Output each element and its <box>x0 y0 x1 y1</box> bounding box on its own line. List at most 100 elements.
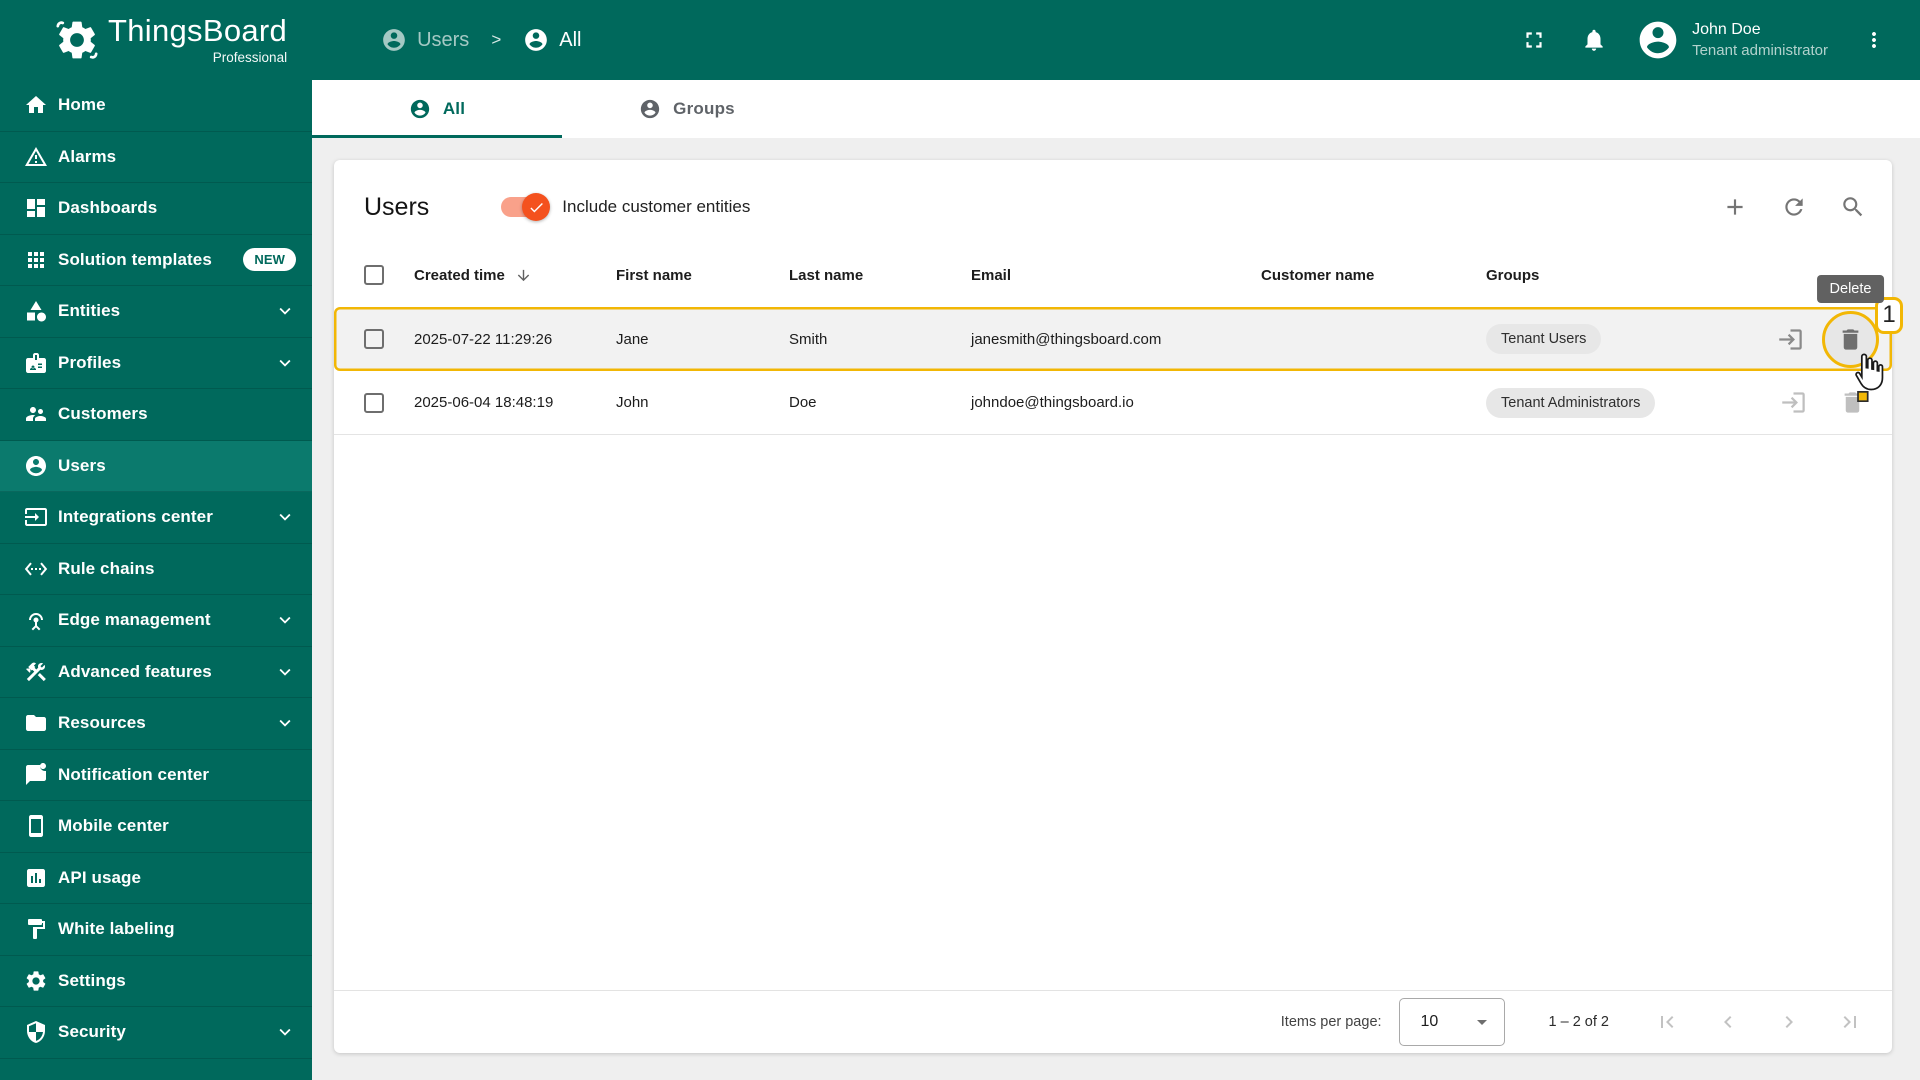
column-header-first-name[interactable]: First name <box>616 267 789 284</box>
cell-email: johndoe@thingsboard.io <box>971 394 1134 411</box>
sidebar-item-api-usage[interactable]: API usage <box>0 853 312 904</box>
sidebar-item-settings[interactable]: Settings <box>0 956 312 1007</box>
select-all-checkbox[interactable] <box>364 265 384 285</box>
cell-groups: Tenant Administrators <box>1486 387 1759 418</box>
badge-card-icon <box>24 351 48 375</box>
refresh-button[interactable] <box>1781 194 1807 220</box>
card-header: Users Include customer entities <box>334 160 1892 230</box>
chevron-down-icon <box>274 609 296 631</box>
home-icon <box>24 93 48 117</box>
first-page-button[interactable] <box>1655 1010 1679 1034</box>
sidebar-item-notification-center[interactable]: Notification center <box>0 750 312 801</box>
sidebar-item-white-labeling[interactable]: White labeling <box>0 904 312 956</box>
sidebar-item-advanced-features[interactable]: Advanced features <box>0 647 312 698</box>
column-header-created-time[interactable]: Created time <box>414 267 616 284</box>
chat-unread-icon <box>24 762 48 787</box>
cell-first-name: Jane <box>616 330 649 348</box>
column-header-groups[interactable]: Groups <box>1486 267 1759 284</box>
user-role: Tenant administrator <box>1692 42 1828 59</box>
dashboard-icon <box>24 196 48 220</box>
row-checkbox[interactable] <box>364 329 384 349</box>
gear-icon <box>24 969 48 993</box>
chevron-down-icon <box>274 300 296 322</box>
group-chip[interactable]: Tenant Administrators <box>1486 387 1656 418</box>
sidebar-item-users[interactable]: Users <box>0 440 312 492</box>
sidebar-item-profiles[interactable]: Profiles <box>0 338 312 389</box>
settings-ethernet-icon <box>24 557 48 581</box>
sidebar-item-rule-chains[interactable]: Rule chains <box>0 544 312 595</box>
tab-groups[interactable]: Groups <box>562 80 812 138</box>
breadcrumb-users[interactable]: Users <box>381 27 469 53</box>
notifications-bell-button[interactable] <box>1570 16 1618 64</box>
login-icon <box>1779 328 1802 350</box>
table-header: Created time First name Last name Email … <box>334 230 1892 307</box>
column-header-last-name[interactable]: Last name <box>789 267 971 284</box>
tab-all[interactable]: All <box>312 80 562 138</box>
delete-user-button[interactable]: Delete 1 <box>1816 274 1903 402</box>
breadcrumb-all[interactable]: All <box>523 27 581 53</box>
user-menu[interactable]: John Doe Tenant administrator <box>1636 18 1828 62</box>
avatar <box>1636 18 1680 62</box>
user-icon <box>523 27 549 53</box>
shield-icon <box>24 1020 48 1044</box>
sidebar-item-entities[interactable]: Entities <box>0 286 312 338</box>
account-circle-icon <box>409 98 431 120</box>
breadcrumb-separator: > <box>491 30 502 49</box>
next-page-button[interactable] <box>1777 1010 1801 1034</box>
sidebar-item-integrations-center[interactable]: Integrations center <box>0 492 312 544</box>
row-checkbox[interactable] <box>364 392 384 413</box>
bar-chart-icon <box>24 866 48 890</box>
last-page-button[interactable] <box>1838 1010 1862 1034</box>
hand-cursor-icon <box>1849 352 1887 402</box>
tabbar: All Groups <box>312 80 1920 138</box>
brand-subtitle: Professional <box>212 49 288 65</box>
thingsboard-logo[interactable]: ThingsBoard Professional <box>54 15 287 65</box>
sidebar-item-edge-management[interactable]: Edge management <box>0 595 312 647</box>
column-header-email[interactable]: Email <box>971 267 1261 284</box>
group-chip[interactable]: Tenant Users <box>1486 324 1602 354</box>
cell-last-name: Smith <box>789 330 828 348</box>
table-row-jane-smith[interactable]: 2025-07-22 11:29:26 Jane Smith janesmith… <box>334 274 1903 402</box>
login-as-user-button[interactable] <box>1780 389 1807 416</box>
login-icon <box>1782 392 1805 413</box>
items-per-page-select[interactable]: 10 <box>1398 998 1505 1046</box>
sidebar-item-dashboards[interactable]: Dashboards <box>0 183 312 235</box>
sidebar-item-solution-templates[interactable]: Solution templates NEW <box>0 235 312 286</box>
paint-roller-icon <box>24 917 48 941</box>
table-empty-space <box>334 435 1892 990</box>
sidebar-item-customers[interactable]: Customers <box>0 389 312 441</box>
input-icon <box>24 505 48 529</box>
add-user-button[interactable] <box>1722 194 1748 220</box>
row-actions: Delete 1 <box>1759 274 1903 402</box>
column-header-customer-name[interactable]: Customer name <box>1261 267 1486 284</box>
cell-email: janesmith@thingsboard.com <box>971 330 1162 348</box>
login-as-user-button[interactable] <box>1777 326 1804 353</box>
folder-icon <box>24 711 48 735</box>
sidebar-item-security[interactable]: Security <box>0 1007 312 1059</box>
chevron-down-icon <box>274 661 296 683</box>
header-actions: John Doe Tenant administrator <box>1510 16 1920 64</box>
users-card: Users Include customer entities Created … <box>334 160 1903 1053</box>
card-actions <box>1722 194 1866 220</box>
previous-page-button[interactable] <box>1716 1010 1740 1034</box>
fullscreen-button[interactable] <box>1510 16 1558 64</box>
sidebar-item-home[interactable]: Home <box>0 80 312 132</box>
thingsboard-logo-icon <box>54 17 100 63</box>
antenna-icon <box>24 608 48 632</box>
cell-created-time: 2025-06-04 18:48:19 <box>414 394 554 411</box>
apps-grid-icon <box>24 248 48 272</box>
sidebar-item-mobile-center[interactable]: Mobile center <box>0 801 312 853</box>
include-customer-entities-toggle[interactable] <box>501 193 551 221</box>
warning-icon <box>24 145 48 169</box>
sidebar: Home Alarms Dashboards Solution template… <box>0 80 312 1080</box>
sidebar-item-alarms[interactable]: Alarms <box>0 132 312 183</box>
cell-last-name: Doe <box>789 394 817 411</box>
sort-desc-arrow-icon <box>515 267 532 284</box>
more-options-button[interactable] <box>1850 16 1898 64</box>
sidebar-item-resources[interactable]: Resources <box>0 698 312 750</box>
tools-icon <box>24 660 48 684</box>
cell-created-time: 2025-07-22 11:29:26 <box>414 330 553 348</box>
search-button[interactable] <box>1840 194 1866 220</box>
chevron-down-icon <box>274 712 296 734</box>
table-row-john-doe[interactable]: 2025-06-04 18:48:19 John Doe johndoe@thi… <box>334 371 1892 435</box>
